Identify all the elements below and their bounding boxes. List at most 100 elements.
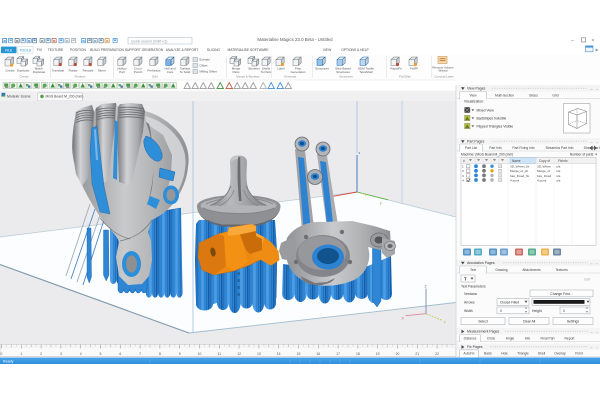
svg-text:Edit: Edit (584, 278, 590, 282)
svg-text:Generate: Generate (284, 75, 297, 79)
svg-text:n/a: n/a (556, 169, 561, 173)
svg-text:TetraShell: TetraShell (359, 70, 373, 74)
svg-text:Triangle: Triangle (517, 352, 529, 356)
svg-text:Part Info: Part Info (489, 146, 502, 150)
svg-text:←: ← (590, 345, 593, 349)
svg-text:bas_Fixed: bas_Fixed (537, 174, 552, 178)
svg-text:0: 0 (563, 309, 565, 313)
svg-text:ANALYZE & REPORT: ANALYZE & REPORT (166, 48, 199, 52)
svg-text:←: ← (590, 140, 593, 144)
svg-text:7: 7 (139, 352, 141, 356)
svg-text:Circle: Circle (487, 336, 496, 340)
svg-text:y: y (380, 201, 382, 205)
svg-text:0: 0 (500, 309, 502, 313)
svg-text:21: 21 (415, 352, 419, 356)
svg-text:Boolean: Boolean (248, 67, 259, 71)
svg-text:Distance: Distance (464, 336, 477, 340)
svg-text:Clear All: Clear All (523, 319, 536, 323)
svg-text:→: → (595, 330, 598, 334)
svg-text:9: 9 (179, 352, 181, 356)
svg-text:FixRF: FixRF (410, 67, 418, 71)
svg-text:5: 5 (100, 352, 102, 356)
svg-text:Shell: Shell (538, 352, 546, 356)
svg-text:Verdana: Verdana (464, 292, 477, 296)
svg-text:16: 16 (316, 352, 320, 356)
svg-text:Mixed View: Mixed View (477, 109, 495, 113)
svg-text:Number of parts: 4: Number of parts: 4 (570, 153, 597, 157)
svg-text:→: → (595, 140, 598, 144)
svg-text:14: 14 (277, 352, 281, 356)
svg-text:Merge & Boolean: Merge & Boolean (236, 75, 260, 79)
svg-text:Final Part: Final Part (540, 336, 554, 340)
svg-text:AutoFix: AutoFix (463, 352, 475, 356)
svg-text:Arrows: Arrows (464, 301, 475, 305)
svg-text:Structuren: Structuren (339, 75, 353, 79)
svg-text:BUILD PREPARATION: BUILD PREPARATION (90, 48, 124, 52)
svg-text:Duplicate: Duplicate (17, 69, 30, 73)
svg-text:Overlap: Overlap (554, 352, 566, 356)
svg-text:←: ← (590, 87, 593, 91)
svg-text:Part Fixing Info: Part Fixing Info (512, 146, 534, 150)
svg-text:Text: Text (470, 268, 476, 272)
svg-text:Attachments: Attachments (522, 268, 541, 272)
svg-text:Part Pages: Part Pages (467, 140, 485, 144)
svg-text:←: ← (590, 330, 593, 334)
svg-text:Part: Part (119, 70, 125, 74)
svg-text:Change Font...: Change Font... (550, 292, 572, 296)
svg-text:Machine: (MGS Board M_200 (mm): Machine: (MGS Board M_200 (mm) (461, 153, 513, 157)
svg-text:4: 4 (80, 352, 82, 356)
svg-text:FIX: FIX (37, 48, 43, 52)
svg-text:8: 8 (159, 352, 161, 356)
svg-text:Position: Position (75, 75, 86, 79)
svg-text:6: 6 (119, 352, 121, 356)
svg-text:Structures: Structures (336, 70, 350, 74)
svg-text:→: → (595, 261, 598, 265)
svg-text:T: T (464, 276, 467, 281)
svg-text:Materialise Magics 23.0 Beta -: Materialise Magics 23.0 Beta - Untitled (257, 37, 333, 42)
svg-text:3D_Wheel_fix: 3D_Wheel_fix (510, 165, 530, 169)
svg-text:Grid: Grid (552, 93, 558, 97)
svg-text:Extrude: Extrude (200, 58, 211, 62)
svg-text:MGS Board M_200 (mm): MGS Board M_200 (mm) (46, 95, 84, 99)
svg-text:View Pages: View Pages (467, 87, 486, 91)
svg-text:Slices: Slices (529, 93, 538, 97)
svg-text:4: 4 (462, 178, 464, 182)
svg-text:Textures: Textures (555, 268, 568, 272)
svg-text:Settings: Settings (567, 319, 580, 323)
svg-text:Milling Offset: Milling Offset (200, 70, 217, 74)
svg-text:#: # (463, 159, 465, 163)
svg-text:SLICING: SLICING (207, 48, 221, 52)
svg-text:Rescale: Rescale (83, 69, 94, 73)
svg-text:POSITION: POSITION (70, 48, 86, 52)
svg-text:RapidFit: RapidFit (390, 67, 401, 71)
svg-text:Select: Select (478, 319, 487, 323)
svg-text:20: 20 (396, 352, 400, 356)
svg-text:FILE: FILE (5, 48, 13, 52)
svg-text:OPTIONS & HELP: OPTIONS & HELP (341, 48, 369, 52)
svg-text:n/a: n/a (556, 165, 561, 169)
svg-text:Quick search (Shift+Q): Quick search (Shift+Q) (131, 39, 167, 43)
svg-text:n/a: n/a (556, 178, 561, 182)
svg-text:Perforator: Perforator (147, 69, 160, 73)
svg-text:SUPPORT GENERATION: SUPPORT GENERATION (125, 48, 164, 52)
svg-text:12: 12 (237, 352, 241, 356)
svg-text:Merge_of: Merge_of (537, 169, 550, 173)
svg-text:×: × (592, 38, 595, 44)
svg-text:To Parts: To Parts (260, 70, 272, 74)
svg-text:17: 17 (336, 352, 340, 356)
svg-text:Basic: Basic (484, 352, 492, 356)
svg-text:3: 3 (60, 352, 62, 356)
svg-text:Rotate: Rotate (69, 69, 78, 73)
svg-text:Core: Core (167, 70, 174, 74)
svg-text:Visualization:: Visualization: (464, 100, 484, 104)
svg-text:Hole: Hole (501, 352, 508, 356)
svg-text:Modeler Scene: Modeler Scene (7, 95, 31, 99)
svg-text:Measurement Pages: Measurement Pages (467, 330, 500, 334)
svg-text:11: 11 (218, 352, 222, 356)
svg-text:TEXTURE: TEXTURE (48, 48, 64, 52)
svg-text:Offset: Offset (200, 64, 208, 68)
svg-text:1: 1 (20, 352, 22, 356)
svg-text:Create: Create (5, 69, 14, 73)
svg-text:z: z (359, 151, 361, 155)
svg-text:Punch: Punch (134, 70, 143, 74)
